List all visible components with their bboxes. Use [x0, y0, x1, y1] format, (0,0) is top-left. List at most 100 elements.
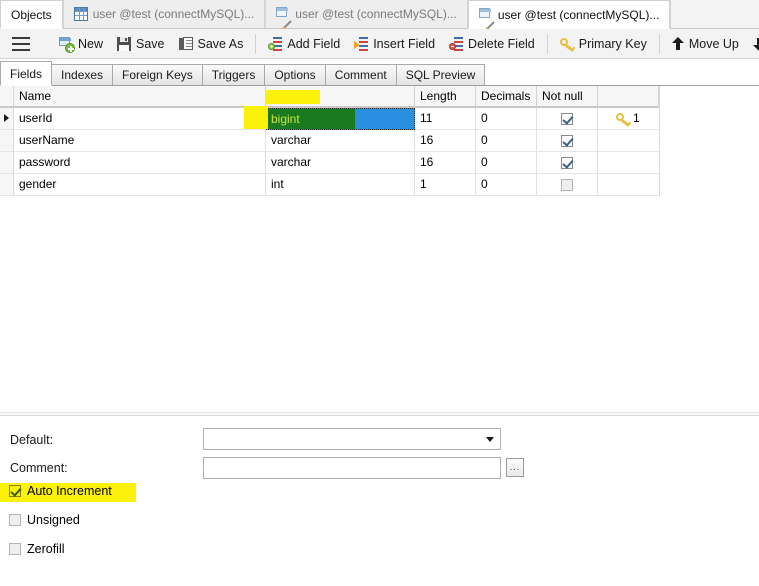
- save-as-button[interactable]: Save As: [172, 31, 251, 57]
- row-gutter-selected[interactable]: [0, 108, 14, 130]
- subtab-foreign-keys[interactable]: Foreign Keys: [112, 64, 203, 86]
- column-header-length[interactable]: Length: [415, 86, 476, 107]
- arrow-up-icon: [671, 36, 684, 51]
- toolbar-separator: [658, 33, 660, 54]
- subtab-indexes[interactable]: Indexes: [51, 64, 114, 86]
- tab-user-table-data[interactable]: user @test (connectMySQL)...: [62, 0, 266, 28]
- comment-ellipsis-label: ...: [509, 462, 521, 472]
- panel-splitter[interactable]: [0, 412, 759, 416]
- default-combobox[interactable]: [203, 428, 501, 450]
- hamburger-icon: [12, 36, 30, 51]
- new-button[interactable]: New: [52, 31, 110, 57]
- not-null-checkbox[interactable]: [561, 178, 573, 191]
- table-row[interactable]: userName varchar 16 0: [0, 130, 659, 152]
- menu-button[interactable]: [0, 31, 42, 57]
- field-not-null-cell[interactable]: [537, 108, 598, 130]
- tab-user-table-design-1[interactable]: user @test (connectMySQL)...: [265, 0, 468, 29]
- unsigned-checkbox[interactable]: [9, 514, 21, 526]
- move-down-button[interactable]: [746, 31, 759, 57]
- toolbar-separator: [255, 33, 257, 54]
- field-name-cell[interactable]: userId: [14, 108, 266, 130]
- tab-user-table-design-2[interactable]: user @test (connectMySQL)...: [467, 0, 671, 30]
- design-table-icon: [276, 7, 292, 29]
- subtab-indexes-label: Indexes: [61, 68, 104, 82]
- zerofill-row[interactable]: Zerofill: [9, 542, 65, 556]
- field-name-cell[interactable]: gender: [14, 174, 266, 196]
- arrow-down-icon: [752, 37, 759, 51]
- toolbar-separator: [546, 33, 548, 54]
- not-null-checkbox[interactable]: [561, 156, 573, 169]
- column-header-decimals[interactable]: Decimals: [476, 86, 537, 107]
- subtab-options[interactable]: Options: [264, 64, 326, 86]
- comment-label: Comment:: [10, 461, 68, 475]
- designer-subtabs: Fields Indexes Foreign Keys Triggers Opt…: [0, 60, 759, 86]
- auto-increment-row[interactable]: Auto Increment: [9, 484, 112, 498]
- field-type-cell[interactable]: varchar: [266, 130, 415, 152]
- subtab-foreign-keys-label: Foreign Keys: [122, 68, 193, 82]
- field-type-cell[interactable]: varchar: [266, 152, 415, 174]
- row-gutter-header: [0, 86, 14, 107]
- field-type-cell-selected[interactable]: bigint: [266, 108, 415, 130]
- table-row[interactable]: userId bigint 11 0 1: [0, 108, 659, 130]
- column-header-not-null[interactable]: Not null: [537, 86, 598, 107]
- field-length-cell[interactable]: 11: [415, 108, 476, 130]
- column-header-name[interactable]: Name: [14, 86, 266, 107]
- delete-field-button[interactable]: Delete Field: [442, 31, 542, 57]
- field-key-cell[interactable]: [598, 130, 659, 152]
- field-not-null-cell[interactable]: [537, 130, 598, 152]
- field-length-cell[interactable]: 1: [415, 174, 476, 196]
- field-length-cell[interactable]: 16: [415, 152, 476, 174]
- auto-increment-checkbox[interactable]: [9, 485, 21, 497]
- field-decimals-cell[interactable]: 0: [476, 174, 537, 196]
- add-field-button[interactable]: Add Field: [261, 31, 347, 57]
- primary-key-button[interactable]: Primary Key: [553, 31, 654, 57]
- comment-row: Comment:: [10, 461, 68, 475]
- current-row-indicator-icon: [4, 114, 9, 122]
- tab-user-table-design-1-label: user @test (connectMySQL)...: [295, 7, 457, 21]
- default-row: Default:: [10, 433, 53, 447]
- not-null-checkbox[interactable]: [561, 112, 573, 125]
- field-decimals-cell[interactable]: 0: [476, 130, 537, 152]
- field-not-null-cell[interactable]: [537, 152, 598, 174]
- field-name-cell[interactable]: userName: [14, 130, 266, 152]
- column-header-type[interactable]: Type: [266, 86, 415, 107]
- subtab-fields[interactable]: Fields: [0, 61, 53, 86]
- chevron-down-icon: [486, 437, 494, 442]
- field-key-cell[interactable]: 1: [598, 108, 659, 130]
- field-type-cell[interactable]: int: [266, 174, 415, 196]
- unsigned-label: Unsigned: [27, 513, 80, 527]
- row-gutter[interactable]: [0, 130, 14, 152]
- field-decimals-cell[interactable]: 0: [476, 152, 537, 174]
- primary-key-button-label: Primary Key: [578, 36, 647, 51]
- zerofill-checkbox[interactable]: [9, 543, 21, 555]
- add-field-button-label: Add Field: [287, 36, 341, 51]
- row-gutter[interactable]: [0, 174, 14, 196]
- table-row[interactable]: password varchar 16 0: [0, 152, 659, 174]
- tab-objects[interactable]: Objects: [0, 0, 63, 29]
- column-header-key[interactable]: [598, 86, 659, 107]
- not-null-checkbox[interactable]: [561, 134, 573, 147]
- save-button[interactable]: Save: [110, 31, 172, 57]
- comment-ellipsis-button[interactable]: ...: [506, 458, 524, 477]
- editor-tabstrip: Objects user @test (connectMySQL)... use…: [0, 0, 759, 30]
- field-key-cell[interactable]: [598, 174, 659, 196]
- subtab-comment[interactable]: Comment: [324, 64, 397, 86]
- comment-input[interactable]: [203, 457, 501, 479]
- key-icon: [558, 36, 574, 51]
- field-decimals-cell[interactable]: 0: [476, 108, 537, 130]
- subtab-sql-preview[interactable]: SQL Preview: [395, 64, 486, 86]
- table-row[interactable]: gender int 1 0: [0, 174, 659, 196]
- field-name-cell[interactable]: password: [14, 152, 266, 174]
- field-length-cell[interactable]: 16: [415, 130, 476, 152]
- insert-field-button[interactable]: Insert Field: [347, 31, 442, 57]
- row-gutter[interactable]: [0, 152, 14, 174]
- field-not-null-cell[interactable]: [537, 174, 598, 196]
- main-toolbar: New Save Save As Add Field Insert Field …: [0, 29, 759, 59]
- tab-user-table-design-2-label: user @test (connectMySQL)...: [497, 7, 660, 22]
- unsigned-row[interactable]: Unsigned: [9, 513, 80, 527]
- auto-increment-label: Auto Increment: [27, 484, 112, 498]
- insert-field-button-label: Insert Field: [373, 36, 436, 51]
- move-up-button[interactable]: Move Up: [665, 31, 746, 57]
- field-key-cell[interactable]: [598, 152, 659, 174]
- subtab-triggers[interactable]: Triggers: [201, 64, 266, 86]
